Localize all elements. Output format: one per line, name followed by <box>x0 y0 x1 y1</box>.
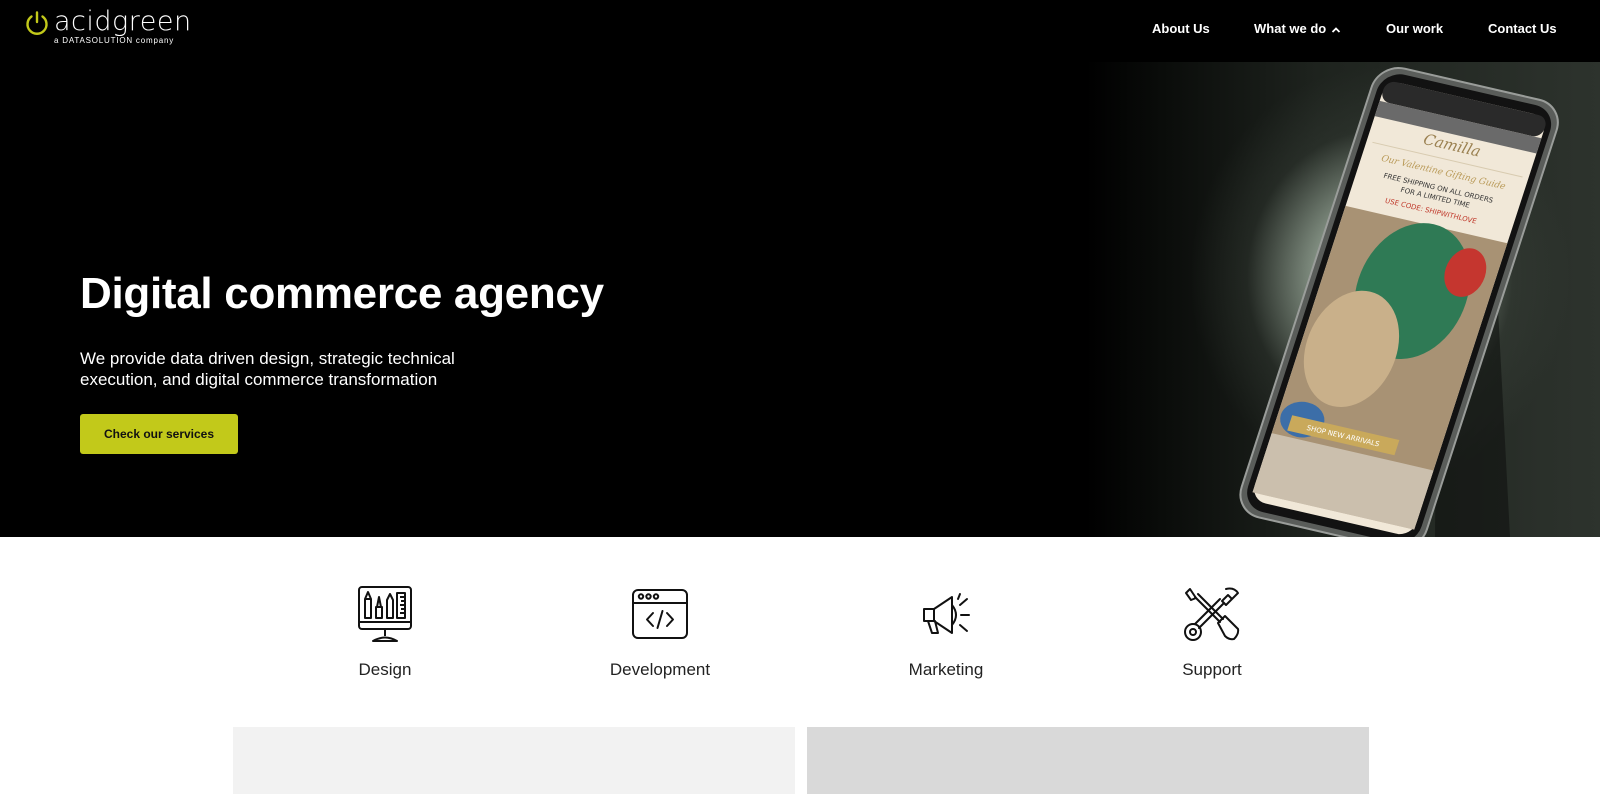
chevron-up-icon <box>1332 26 1341 33</box>
nav-about-us-label: About Us <box>1152 21 1210 36</box>
nav-what-we-do-label: What we do <box>1254 21 1327 36</box>
wrench-screwdriver-icon <box>1184 587 1240 641</box>
nav-our-work[interactable]: Our work <box>1386 21 1443 36</box>
nav-our-work-label: Our work <box>1386 21 1444 36</box>
megaphone-icon <box>923 593 970 634</box>
service-support-label: Support <box>1182 660 1242 679</box>
hero-title: Digital commerce agency <box>80 269 604 318</box>
service-marketing-label: Marketing <box>908 660 984 679</box>
feature-card-2[interactable] <box>807 727 1369 794</box>
nav-contact-us-label: Contact Us <box>1488 21 1557 36</box>
service-design-label: Design <box>358 660 412 679</box>
service-development-label: Development <box>609 660 711 679</box>
nav-what-we-do[interactable]: What we do <box>1254 21 1341 36</box>
service-marketing[interactable]: Marketing <box>856 585 1036 680</box>
code-window-icon <box>632 589 688 639</box>
service-development[interactable]: Development <box>570 585 750 680</box>
check-services-button[interactable]: Check our services <box>80 414 238 454</box>
design-tools-monitor-icon <box>358 586 412 642</box>
service-design[interactable]: Design <box>295 585 475 680</box>
site-header: acidgreen a DATASOLUTION company About U… <box>0 0 1600 62</box>
feature-card-1[interactable] <box>233 727 795 794</box>
nav-contact-us[interactable]: Contact Us <box>1488 21 1557 36</box>
logo-tagline: a DATASOLUTION company <box>54 36 174 45</box>
hero-section: Camilla Our Valentine Gifting Guide FREE… <box>0 62 1600 537</box>
phone-image: Camilla Our Valentine Gifting Guide FREE… <box>1239 67 1559 537</box>
service-support[interactable]: Support <box>1122 585 1302 680</box>
power-icon <box>26 11 48 35</box>
hero-subtitle: We provide data driven design, strategic… <box>80 349 455 389</box>
logo-wordmark: acidgreen <box>54 6 192 37</box>
nav-about-us[interactable]: About Us <box>1152 21 1210 36</box>
